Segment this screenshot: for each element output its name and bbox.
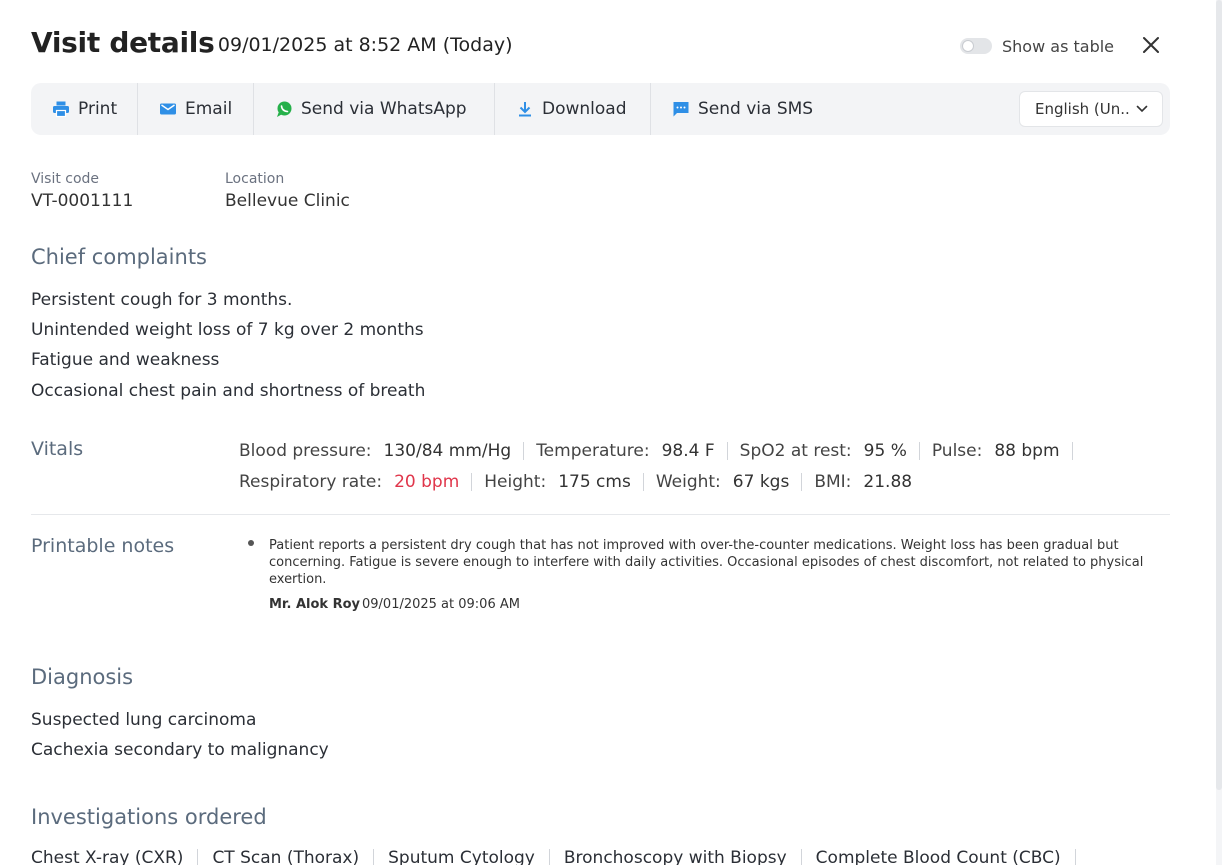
vitals-title: Vitals xyxy=(31,438,84,460)
complaint-item: Fatigue and weakness xyxy=(31,350,220,370)
sms-label: Send via SMS xyxy=(698,99,814,119)
location-value: Bellevue Clinic xyxy=(225,191,350,211)
language-select[interactable]: English (Un... xyxy=(1019,91,1163,127)
note-timestamp: 09/01/2025 at 09:06 AM xyxy=(362,597,520,612)
download-icon xyxy=(516,100,534,118)
envelope-icon xyxy=(159,100,177,118)
whatsapp-button[interactable]: Send via WhatsApp xyxy=(254,83,467,135)
vital-label: BMI: xyxy=(814,472,852,492)
email-label: Email xyxy=(185,99,233,119)
vital-temperature: Temperature: 98.4 F xyxy=(536,441,714,461)
whatsapp-label: Send via WhatsApp xyxy=(301,99,467,119)
vital-label: Pulse: xyxy=(931,441,983,461)
vital-value: 88 bpm xyxy=(994,441,1060,461)
vital-value-alert: 20 bpm xyxy=(394,472,460,492)
page-title: Visit details xyxy=(31,26,215,59)
print-button[interactable]: Print xyxy=(31,83,117,135)
investigation-divider xyxy=(197,849,199,865)
vital-value: 67 kgs xyxy=(732,472,790,492)
investigation-item: Chest X-ray (CXR) xyxy=(31,848,184,865)
vital-divider xyxy=(918,442,920,460)
toggle-label: Show as table xyxy=(1002,36,1115,56)
vital-label: Height: xyxy=(484,472,547,492)
language-value: English (Un... xyxy=(1035,100,1131,118)
investigation-divider xyxy=(373,849,375,865)
vital-divider xyxy=(471,473,473,491)
actions-toolbar: Print Email Send via WhatsApp Download S… xyxy=(31,83,1170,135)
section-divider xyxy=(31,514,1170,515)
location-label: Location xyxy=(225,171,285,187)
investigations-list: Chest X-ray (CXR) CT Scan (Thorax) Sputu… xyxy=(31,846,1090,865)
investigation-item: CT Scan (Thorax) xyxy=(212,848,360,865)
vital-height: Height: 175 cms xyxy=(484,472,631,492)
sms-button[interactable]: Send via SMS xyxy=(651,83,813,135)
vital-value: 21.88 xyxy=(863,472,913,492)
investigation-item: Bronchoscopy with Biopsy xyxy=(563,848,787,865)
visit-datetime: - 09/01/2025 at 8:52 AM (Today) xyxy=(205,34,513,56)
vital-label: Temperature: xyxy=(536,441,650,461)
whatsapp-icon xyxy=(275,100,293,118)
scrollbar-thumb[interactable] xyxy=(1216,0,1222,790)
vital-label: Weight: xyxy=(655,472,721,492)
vital-pulse: Pulse: 88 bpm xyxy=(932,441,1060,461)
note-author: Mr. Alok Roy xyxy=(269,597,360,612)
complaint-item: Occasional chest pain and shortness of b… xyxy=(31,381,426,401)
vital-weight: Weight: 67 kgs xyxy=(656,472,790,492)
close-button[interactable] xyxy=(1141,35,1161,55)
chevron-down-icon xyxy=(1136,105,1148,113)
vital-divider xyxy=(642,473,644,491)
vital-divider xyxy=(726,442,728,460)
complaint-item: Persistent cough for 3 months. xyxy=(31,290,293,310)
message-icon xyxy=(672,100,690,118)
investigation-divider xyxy=(548,849,550,865)
header: Visit details - 09/01/2025 at 8:52 AM (T… xyxy=(31,26,1171,66)
investigations-title: Investigations ordered xyxy=(31,805,267,829)
note-text: Patient reports a persistent dry cough t… xyxy=(269,538,1144,587)
vitals-row-1: Blood pressure: 130/84 mm/Hg Temperature:… xyxy=(239,440,1085,462)
diagnosis-item: Suspected lung carcinoma xyxy=(31,710,257,730)
visit-code-label: Visit code xyxy=(31,171,100,187)
vital-value: 95 % xyxy=(863,441,907,461)
vital-respiratory-rate: Respiratory rate: 20 bpm xyxy=(239,472,459,492)
toggle-knob xyxy=(962,40,974,52)
investigation-item: Sputum Cytology xyxy=(388,848,535,865)
vital-value: 175 cms xyxy=(558,472,631,492)
close-icon xyxy=(1143,37,1159,53)
complaint-item: Unintended weight loss of 7 kg over 2 mo… xyxy=(31,320,424,340)
vital-divider xyxy=(523,442,525,460)
vital-label: Blood pressure: xyxy=(239,441,372,461)
vital-spo2: SpO2 at rest: 95 % xyxy=(740,441,907,461)
investigation-item: Complete Blood Count (CBC) xyxy=(815,848,1061,865)
download-label: Download xyxy=(542,99,627,119)
vital-value: 98.4 F xyxy=(661,441,715,461)
toggle-switch[interactable] xyxy=(960,38,992,54)
vitals-row-2: Respiratory rate: 20 bpm Height: 175 cms W… xyxy=(239,471,912,493)
investigation-divider xyxy=(800,849,802,865)
vital-divider xyxy=(801,473,803,491)
vital-divider xyxy=(1071,442,1073,460)
investigation-divider xyxy=(1074,849,1076,865)
diagnosis-title: Diagnosis xyxy=(31,665,134,689)
vital-blood-pressure: Blood pressure: 130/84 mm/Hg xyxy=(239,441,511,461)
bullet-icon xyxy=(248,540,254,546)
scrollbar[interactable] xyxy=(1216,0,1222,865)
download-button[interactable]: Download xyxy=(495,83,627,135)
printer-icon xyxy=(52,100,70,118)
visit-details-panel: Visit details - 09/01/2025 at 8:52 AM (T… xyxy=(0,0,1216,865)
vital-label: Respiratory rate: xyxy=(239,472,383,492)
print-label: Print xyxy=(78,99,118,119)
visit-code-value: VT-0001111 xyxy=(31,191,134,211)
chief-complaints-title: Chief complaints xyxy=(31,245,207,269)
vital-label: SpO2 at rest: xyxy=(739,441,852,461)
vital-value: 130/84 mm/Hg xyxy=(383,441,512,461)
email-button[interactable]: Email xyxy=(138,83,232,135)
show-as-table-toggle[interactable]: Show as table xyxy=(960,36,1114,56)
printable-notes-title: Printable notes xyxy=(31,535,175,557)
vital-bmi: BMI: 21.88 xyxy=(814,472,912,492)
diagnosis-item: Cachexia secondary to malignancy xyxy=(31,740,329,760)
